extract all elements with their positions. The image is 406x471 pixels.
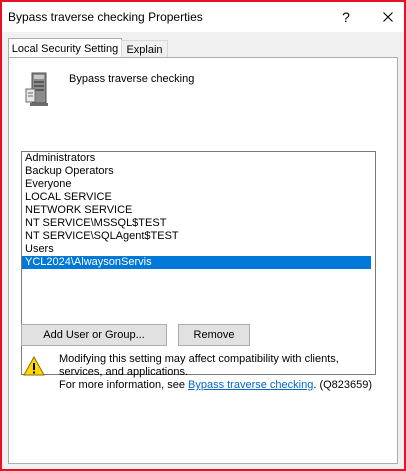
- list-item[interactable]: Administrators: [22, 152, 371, 165]
- list-item-selected[interactable]: YCL2024\AlwaysonServis: [22, 256, 371, 269]
- tab-explain[interactable]: Explain: [121, 40, 168, 58]
- list-item[interactable]: Users: [22, 243, 371, 256]
- policy-name: Bypass traverse checking: [69, 73, 195, 85]
- title-bar[interactable]: Bypass traverse checking Properties ?: [2, 2, 404, 32]
- properties-window: Bypass traverse checking Properties ? Lo…: [0, 0, 406, 471]
- list-item[interactable]: NETWORK SERVICE: [22, 204, 371, 217]
- tab-strip: Local Security Setting Explain: [2, 32, 404, 59]
- list-item[interactable]: LOCAL SERVICE: [22, 191, 371, 204]
- more-info-suffix: . (Q823659): [313, 379, 373, 391]
- list-item[interactable]: Backup Operators: [22, 165, 371, 178]
- list-item[interactable]: Everyone: [22, 178, 371, 191]
- warning-icon: [23, 356, 45, 376]
- window-title: Bypass traverse checking Properties: [8, 10, 203, 24]
- warning-text: Modifying this setting may affect compat…: [59, 353, 339, 378]
- local-security-setting-panel: Bypass traverse checking Administrators …: [8, 57, 398, 464]
- warning-message: Modifying this setting may affect compat…: [59, 353, 377, 392]
- more-info-prefix: For more information, see: [59, 379, 188, 391]
- close-button[interactable]: [374, 5, 402, 29]
- close-icon: [383, 12, 393, 22]
- bypass-traverse-checking-link[interactable]: Bypass traverse checking: [188, 379, 313, 391]
- add-user-or-group-button[interactable]: Add User or Group...: [21, 324, 167, 346]
- tab-local-security-setting[interactable]: Local Security Setting: [8, 38, 122, 59]
- more-info-line: For more information, see Bypass travers…: [59, 379, 377, 392]
- server-policy-icon: [25, 72, 48, 106]
- list-item[interactable]: NT SERVICE\MSSQL$TEST: [22, 217, 371, 230]
- list-item[interactable]: NT SERVICE\SQLAgent$TEST: [22, 230, 371, 243]
- help-button[interactable]: ?: [335, 5, 357, 29]
- help-icon: ?: [342, 9, 350, 25]
- remove-button[interactable]: Remove: [178, 324, 250, 346]
